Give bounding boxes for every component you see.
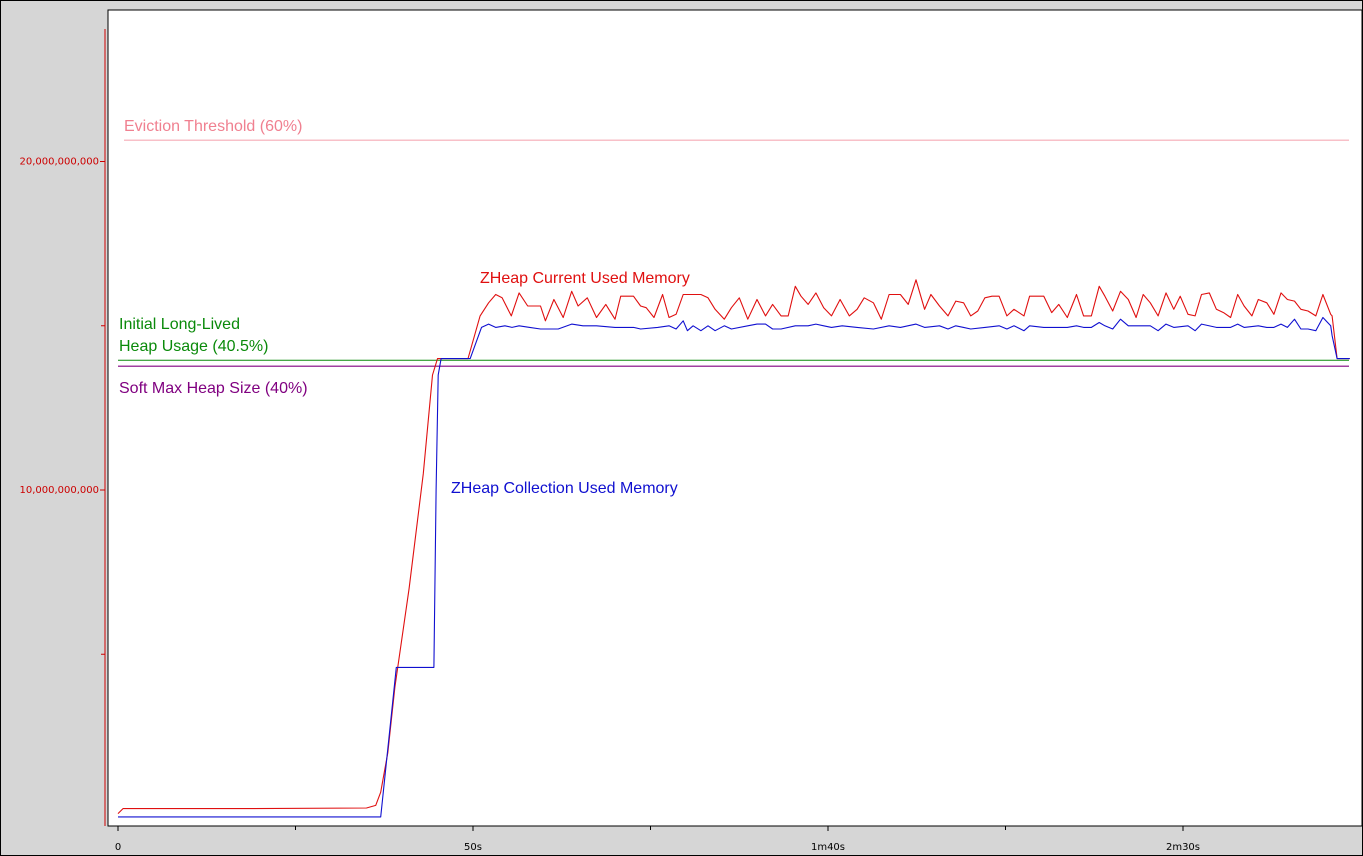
x-tick-label: 1m40s xyxy=(811,842,845,853)
eviction-threshold-label: Eviction Threshold (60%) xyxy=(124,118,302,135)
x-axis: 0 50s 1m40s 2m30s xyxy=(115,826,1200,853)
soft-max-heap-label: Soft Max Heap Size (40%) xyxy=(119,380,308,397)
chart-window: 10,000,000,000 20,000,000,000 0 50s 1m40s 2m… xyxy=(0,0,1363,856)
collection-used-memory-label: ZHeap Collection Used Memory xyxy=(451,480,678,497)
x-tick-label: 50s xyxy=(464,842,482,853)
initial-long-lived-label-line2: Heap Usage (40.5%) xyxy=(119,338,268,355)
initial-long-lived-label-line1: Initial Long-Lived xyxy=(119,316,240,333)
x-tick-label: 0 xyxy=(115,842,121,853)
y-axis: 10,000,000,000 20,000,000,000 xyxy=(19,29,106,826)
x-tick-label: 2m30s xyxy=(1166,842,1200,853)
y-tick-label: 10,000,000,000 xyxy=(19,485,99,496)
heap-memory-chart: 10,000,000,000 20,000,000,000 0 50s 1m40s 2m… xyxy=(19,9,1362,853)
y-tick-label: 20,000,000,000 xyxy=(19,157,99,168)
current-used-memory-label: ZHeap Current Used Memory xyxy=(480,270,690,287)
